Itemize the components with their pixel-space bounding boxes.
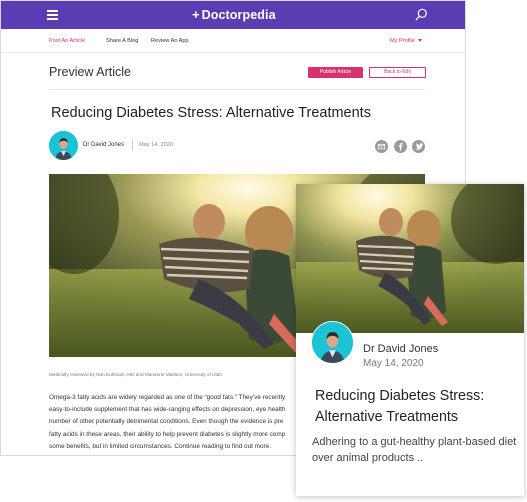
card-author-avatar[interactable] [311,321,354,364]
divider [49,89,425,90]
author-row: Dr David Jones May 14, 2020 [49,131,427,160]
card-title[interactable]: Reducing Diabetes Stress: Alternative Tr… [315,386,520,428]
twitter-icon[interactable] [412,140,425,153]
article-card[interactable]: Dr David Jones May 14, 2020 Reducing Dia… [296,184,524,496]
email-icon[interactable] [375,140,388,153]
hamburger-menu-icon[interactable] [47,10,58,20]
publish-article-button[interactable]: Publish Article [308,67,363,78]
card-excerpt: Adhering to a gut-healthy plant-based di… [312,436,517,464]
card-author-name[interactable]: Dr David Jones [363,343,438,355]
my-profile-menu[interactable]: My Profile [390,38,422,44]
image-caption: Medically reviewed by Nan Kuhlman, MD an… [49,372,222,377]
nav-post-article[interactable]: Post An Article [49,38,85,44]
card-date: May 14, 2020 [363,358,424,369]
publish-date: May 14, 2020 [139,142,173,148]
back-to-edit-button[interactable]: Back to Edit [369,67,426,78]
author-avatar[interactable] [49,131,78,160]
article-title: Reducing Diabetes Stress: Alternative Tr… [51,105,371,121]
sub-navigation: Post An Article Share A Blog Review An A… [1,29,465,53]
top-navigation-bar: + Doctorpedia [1,1,465,29]
nav-share-blog[interactable]: Share A Blog [106,38,138,44]
chevron-down-icon [417,39,422,43]
card-image [296,184,524,333]
doctorpedia-logo[interactable]: + Doctorpedia [192,7,276,23]
logo-text: Doctorpedia [201,8,276,22]
search-icon[interactable] [415,8,428,21]
nav-review-app[interactable]: Review An App [151,38,189,44]
facebook-icon[interactable] [394,140,407,153]
page-title: Preview Article [49,65,131,79]
logo-mark: + [192,7,200,22]
author-separator [132,140,133,150]
my-profile-label: My Profile [390,38,415,44]
author-name[interactable]: Dr David Jones [83,142,124,148]
